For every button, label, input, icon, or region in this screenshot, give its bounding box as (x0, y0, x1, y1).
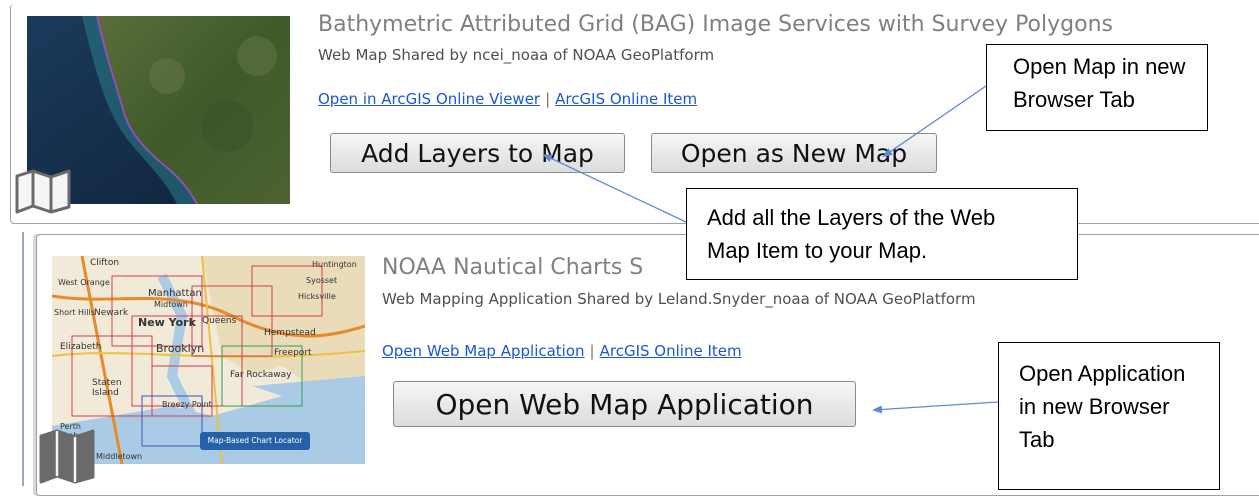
link-separator: | (545, 90, 551, 108)
map-town-labels: Clifton West Orange Short Hills Newark M… (52, 256, 365, 464)
item-links: Open in ArcGIS Online Viewer | ArcGIS Onli… (318, 90, 697, 108)
open-as-new-map-button[interactable]: Open as New Map (651, 133, 937, 173)
map-label: Elizabeth (60, 342, 102, 352)
item-shared-by: Web Map Shared by ncei_noaa of NOAA GeoP… (318, 46, 715, 64)
map-label: Hempstead (264, 328, 316, 338)
map-label: New York (138, 316, 196, 329)
map-label: Clifton (90, 258, 120, 268)
callout-line: Browser Tab (1013, 87, 1135, 112)
link-separator: | (589, 342, 595, 360)
map-label: Huntington (312, 260, 357, 269)
arcgis-online-item-link[interactable]: ArcGIS Online Item (600, 342, 742, 360)
map-label: Midtown (154, 300, 188, 309)
map-label: Hicksville (298, 292, 336, 301)
callout-open-map-new-tab: Open Map in new Browser Tab (986, 44, 1208, 131)
map-badge: Map-Based Chart Locator (207, 436, 303, 445)
callout-line: in new Browser (1019, 394, 1170, 419)
callout-line: Tab (1019, 427, 1055, 452)
map-label: West Orange (58, 278, 110, 287)
open-web-map-application-link[interactable]: Open Web Map Application (382, 342, 585, 360)
map-icon (39, 429, 95, 484)
callout-line: Open Application (1019, 361, 1186, 386)
item-shared-by: Web Mapping Application Shared by Leland… (382, 290, 976, 308)
map-label: Middletown (96, 452, 143, 461)
map-icon (15, 169, 71, 214)
map-label: Manhattan (148, 288, 202, 299)
item-links: Open Web Map Application | ArcGIS Online I… (382, 342, 742, 360)
map-label: Syosset (306, 276, 338, 285)
open-in-arcgis-viewer-link[interactable]: Open in ArcGIS Online Viewer (318, 90, 540, 108)
callout-line: Add all the Layers of the Web (707, 205, 996, 230)
map-label: Brooklyn (156, 342, 205, 355)
item-title: Bathymetric Attributed Grid (BAG) Image … (318, 12, 1113, 37)
list-divider (22, 232, 24, 486)
item-thumbnail[interactable]: Clifton West Orange Short Hills Newark M… (52, 256, 365, 464)
callout-line: Map Item to your Map. (707, 238, 928, 263)
map-label: Far Rockaway (230, 370, 292, 380)
map-label: Breezy Point (162, 400, 212, 409)
callout-open-app-new-tab: Open Application in new Browser Tab (998, 342, 1220, 490)
map-label: Queens (202, 316, 237, 326)
map-label: Freeport (274, 348, 312, 358)
map-label: Newark (94, 308, 129, 318)
item-title: NOAA Nautical Charts S (382, 255, 644, 280)
add-layers-to-map-button[interactable]: Add Layers to Map (330, 133, 625, 173)
callout-line: Open Map in new (1013, 54, 1186, 79)
map-label: Staten Island (92, 378, 122, 398)
open-web-map-application-button[interactable]: Open Web Map Application (393, 381, 856, 427)
map-label: Short Hills (54, 308, 95, 317)
callout-add-all-layers: Add all the Layers of the Web Map Item t… (686, 188, 1078, 280)
arcgis-online-item-link[interactable]: ArcGIS Online Item (555, 90, 697, 108)
